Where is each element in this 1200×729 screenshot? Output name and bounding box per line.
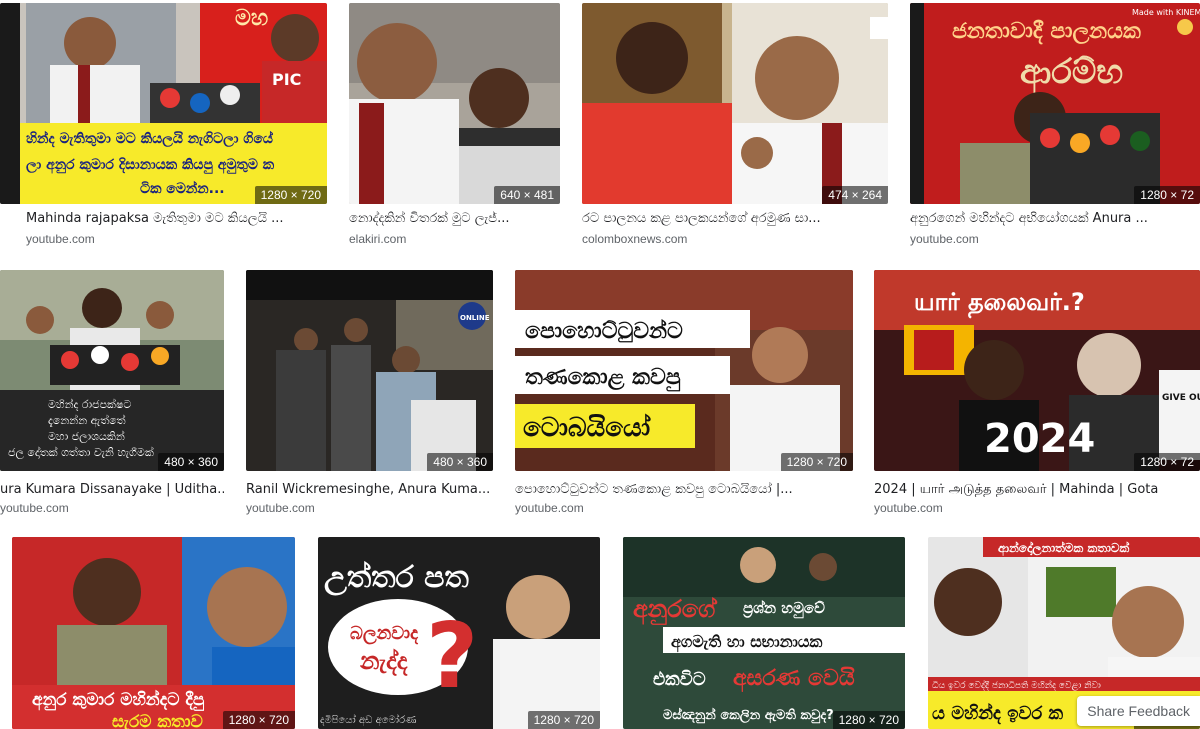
svg-text:තණකොළ කවපු: තණකොළ කවපු: [525, 365, 681, 392]
result-title[interactable]: අනුරගෙන් මහින්දට අභියෝගයක් Anura ...: [910, 210, 1200, 228]
svg-text:ටොබයියෝ: ටොබයියෝ: [523, 413, 651, 443]
image-dimensions: 1280 × 720: [527, 711, 600, 729]
share-feedback-button[interactable]: Share Feedback: [1077, 696, 1200, 726]
result-thumbnail-6[interactable]: ONLINE 480 × 360: [246, 270, 493, 471]
svg-text:ජල දෝතක් ගත්තා වැනි හැගීමක්: ජල දෝතක් ගත්තා වැනි හැගීමක්: [8, 445, 154, 460]
svg-text:නැද්ද: නැද්ද: [359, 647, 408, 677]
image-dimensions: 1280 × 720: [254, 186, 327, 204]
result-source[interactable]: colomboxnews.com: [582, 231, 687, 247]
result-thumbnail-3[interactable]: 474 × 264: [582, 3, 888, 204]
svg-text:අනුරගේ: අනුරගේ: [633, 595, 718, 625]
svg-text:ධිය ඉවර වෙද්දී ජනාධිපති මහින්ද: ධිය ඉවර වෙද්දී ජනාධිපති මහින්ද වෙළා නිවා: [932, 680, 1101, 691]
result-thumbnail-11[interactable]: අනුරගේ ප්‍රශ්න හමුවේ අගමැති හා සභානායක එ…: [623, 537, 905, 729]
result-title[interactable]: පොහොට්ටුවන්ට තණකොළ කවපු ටොබයියෝ |...: [515, 481, 853, 499]
image-dimensions: 1280 × 72: [1134, 453, 1200, 471]
image-dimensions: 640 × 481: [494, 186, 560, 204]
result-thumbnail-10[interactable]: උත්තර පත බලනවාද නැද්ද ? දමිපියෝ අඩ අමෝරණ…: [318, 537, 600, 729]
result-thumbnail-1[interactable]: මහ PIC හින්ද මැතිතුමා මට කියලයි නැගිටලා …: [0, 3, 327, 204]
thumbnail-image: ONLINE 480 × 360: [246, 270, 493, 471]
thumbnail-image: අනුරගේ ප්‍රශ්න හමුවේ අගමැති හා සභානායක එ…: [623, 537, 905, 729]
result-source[interactable]: youtube.com: [515, 500, 584, 516]
thumbnail-image: 474 × 264: [582, 3, 888, 204]
thumbnail-image: யார் தலைவர்.? GIVE OUR STOLE 2024 1280 ×…: [874, 270, 1200, 471]
result-source[interactable]: youtube.com: [246, 500, 315, 516]
svg-text:සැරම කතාව: සැරම කතාව: [112, 712, 203, 729]
thumbnail-image: පොහොට්ටුවන්ට තණකොළ කවපු ටොබයියෝ 1280 × 7…: [515, 270, 853, 471]
image-dimensions: 1280 × 720: [832, 711, 905, 729]
svg-text:ආරම්භ: ආරම්භ: [1020, 52, 1123, 94]
thumbnail-image: අනුර කුමාර මහින්දට දීපු සැරම කතාව 1280 ×…: [12, 537, 295, 729]
svg-text:මහ: මහ: [235, 6, 268, 31]
result-title[interactable]: Mahinda rajapaksa මැතිතුමා මට කියලයි ...: [26, 210, 326, 228]
result-source[interactable]: youtube.com: [0, 500, 69, 516]
thumbnail-image: මහින්ද රාජපක්ෂට දැනෙන්න ඇත්තේ මහා ජලාශයක…: [0, 270, 224, 471]
thumbnail-image: 640 × 481: [349, 3, 560, 204]
result-title[interactable]: නොද්දකින් විතරක් මුට ලැජ්...: [349, 210, 560, 228]
svg-text:පොහොට්ටුවන්ට: පොහොට්ටුවන්ට: [525, 318, 683, 344]
result-source[interactable]: youtube.com: [874, 500, 943, 516]
svg-text:யார் தலைவர்.?: யார் தலைவர்.?: [914, 288, 1085, 319]
result-source[interactable]: youtube.com: [910, 231, 979, 247]
svg-text:ටික මෙන්න...: ටික මෙන්න...: [140, 180, 225, 197]
result-thumbnail-9[interactable]: අනුර කුමාර මහින්දට දීපු සැරම කතාව 1280 ×…: [12, 537, 295, 729]
svg-text:අනුර කුමාර මහින්දට දීපු: අනුර කුමාර මහින්දට දීපු: [32, 689, 205, 711]
result-title[interactable]: ura Kumara Dissanayake | Uditha...: [0, 481, 224, 499]
svg-text:?: ?: [426, 604, 478, 709]
result-title[interactable]: Ranil Wickremesinghe, Anura Kuma...: [246, 481, 493, 499]
image-dimensions: 474 × 264: [822, 186, 888, 204]
svg-text:අගමැති හා සභානායක: අගමැති හා සභානායක: [671, 632, 822, 653]
svg-text:PIC: PIC: [272, 70, 301, 89]
svg-text:දමිපියෝ අඩ අමෝරණ: දමිපියෝ අඩ අමෝරණ: [320, 713, 416, 726]
svg-text:ආන්දෝලනාත්මක කතාවක්: ආන්දෝලනාත්මක කතාවක්: [998, 541, 1130, 557]
svg-text:ප්‍රශ්න හමුවේ: ප්‍රශ්න හමුවේ: [743, 599, 825, 619]
thumbnail-image: මහ PIC හින්ද මැතිතුමා මට කියලයි නැගිටලා …: [0, 3, 327, 204]
image-dimensions: 1280 × 720: [222, 711, 295, 729]
svg-text:මහා ජලාශයකින්: මහා ජලාශයකින්: [48, 429, 125, 444]
svg-text:ය මහින්ද ඉවර ක: ය මහින්ද ඉවර ක: [932, 702, 1064, 725]
svg-text:ජනතාවාදී පාලනයක: ජනතාවාදී පාලනයක: [952, 19, 1141, 45]
svg-text:එකවිට: එකවිට: [653, 669, 706, 690]
thumbnail-image: ජනතාවාදී පාලනයක ආරම්භ Made with KINEMA 1…: [910, 3, 1200, 204]
svg-text:ලා අනුර කුමාර දිසානායක කියපු අ: ලා අනුර කුමාර දිසානායක කියපු අමුතුම ක: [26, 157, 275, 175]
result-thumbnail-4[interactable]: ජනතාවාදී පාලනයක ආරම්භ Made with KINEMA 1…: [910, 3, 1200, 204]
thumbnail-image: උත්තර පත බලනවාද නැද්ද ? දමිපියෝ අඩ අමෝරණ…: [318, 537, 600, 729]
result-source[interactable]: youtube.com: [26, 231, 95, 247]
result-thumbnail-7[interactable]: පොහොට්ටුවන්ට තණකොළ කවපු ටොබයියෝ 1280 × 7…: [515, 270, 853, 471]
result-thumbnail-5[interactable]: මහින්ද රාජපක්ෂට දැනෙන්න ඇත්තේ මහා ජලාශයක…: [0, 270, 224, 471]
image-dimensions: 480 × 360: [427, 453, 493, 471]
svg-text:ONLINE: ONLINE: [460, 314, 490, 322]
svg-text:අසරණ වෙයි: අසරණ වෙයි: [733, 666, 855, 692]
svg-text:දැනෙන්න ඇත්තේ: දැනෙන්න ඇත්තේ: [48, 413, 126, 428]
svg-text:GIVE OUR STOLE: GIVE OUR STOLE: [1162, 393, 1200, 403]
image-dimensions: 1280 × 72: [1134, 186, 1200, 204]
result-thumbnail-8[interactable]: யார் தலைவர்.? GIVE OUR STOLE 2024 1280 ×…: [874, 270, 1200, 471]
result-title[interactable]: රට පාලනය කළ පාලකයන්ගේ අරමුණ සා...: [582, 210, 882, 228]
svg-text:Made with KINEMA: Made with KINEMA: [1132, 8, 1200, 17]
svg-text:උත්තර පත: උත්තර පත: [324, 560, 469, 596]
image-dimensions: 1280 × 720: [780, 453, 853, 471]
svg-text:මස්ඤනුන් කෙලින ඇමති කවුද?: මස්ඤනුන් කෙලින ඇමති කවුද?: [663, 706, 834, 724]
image-dimensions: 480 × 360: [158, 453, 224, 471]
svg-text:හින්ද මැතිතුමා මට කියලයි නැගිට: හින්ද මැතිතුමා මට කියලයි නැගිටලා ගියේ: [26, 130, 274, 148]
svg-text:බලනවාද: බලනවාද: [350, 623, 419, 645]
result-source[interactable]: elakiri.com: [349, 231, 406, 247]
svg-text:මහින්ද රාජපක්ෂට: මහින්ද රාජපක්ෂට: [48, 397, 131, 411]
result-thumbnail-2[interactable]: 640 × 481: [349, 3, 560, 204]
result-title[interactable]: 2024 | யார் அடுத்த தலைவர் | Mahinda | Go…: [874, 481, 1200, 499]
svg-text:2024: 2024: [984, 416, 1095, 462]
